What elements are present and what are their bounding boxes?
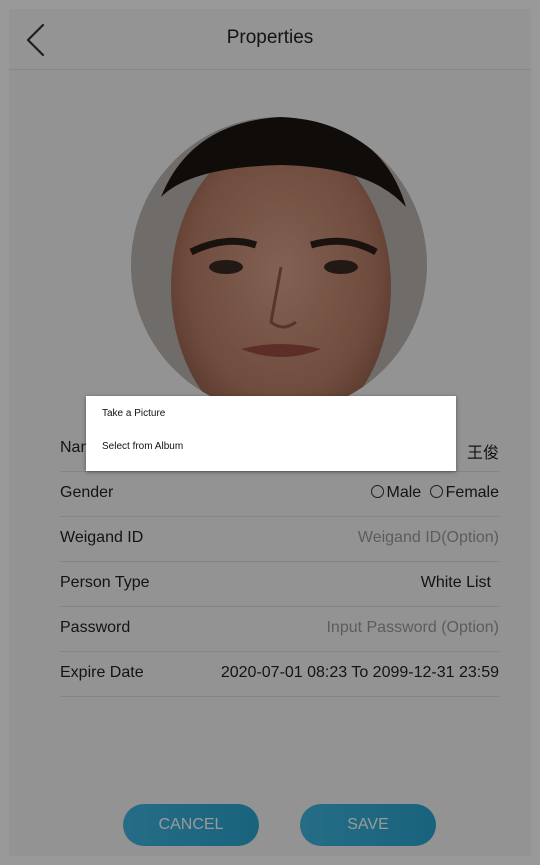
select-from-album-option[interactable]: Select from Album [102, 441, 183, 452]
take-picture-option[interactable]: Take a Picture [102, 408, 165, 419]
photo-source-dialog: Take a Picture Select from Album [86, 396, 456, 471]
